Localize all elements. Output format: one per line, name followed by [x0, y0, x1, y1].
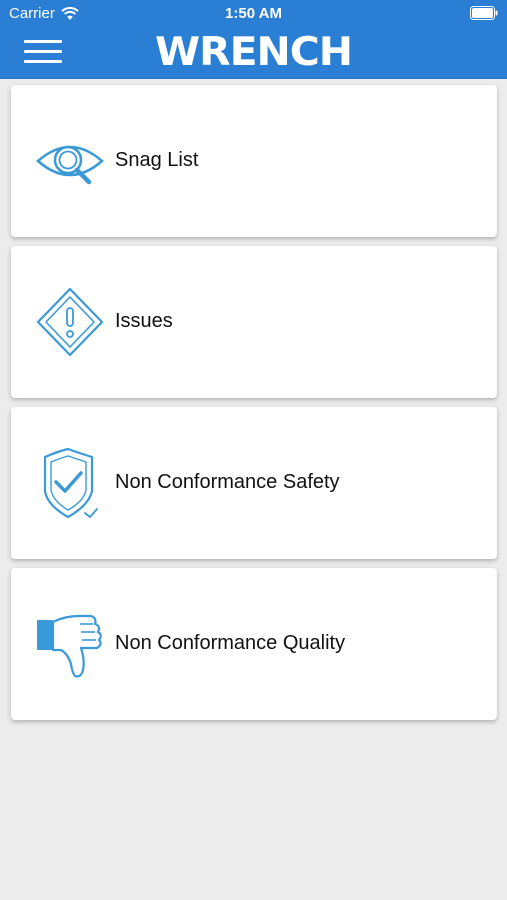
menu-item-label: Issues — [115, 310, 173, 332]
shield-check-icon — [43, 447, 98, 519]
menu-item-issues[interactable]: Issues — [11, 246, 497, 398]
menu-item-non-conformance-safety[interactable]: Non Conformance Safety — [11, 407, 497, 559]
menu-item-non-conformance-quality[interactable]: Non Conformance Quality — [11, 568, 497, 720]
menu-item-label: Non Conformance Quality — [115, 632, 346, 654]
status-time: 1:50 AM — [225, 5, 282, 22]
app-logo: WRENCH — [155, 30, 353, 75]
eye-magnifier-icon — [36, 145, 104, 185]
menu-item-snag-list[interactable]: Snag List — [11, 85, 497, 237]
menu-item-label: Snag List — [115, 149, 199, 171]
thumbs-down-icon — [37, 614, 102, 678]
menu-item-label: Non Conformance Safety — [115, 471, 340, 493]
top-bar: Carrier 1:50 AM WRENCH — [0, 0, 507, 79]
status-bar: Carrier 1:50 AM — [0, 0, 507, 28]
nav-bar: WRENCH — [0, 28, 507, 79]
battery-icon — [470, 6, 498, 20]
warning-diamond-icon — [36, 287, 104, 357]
